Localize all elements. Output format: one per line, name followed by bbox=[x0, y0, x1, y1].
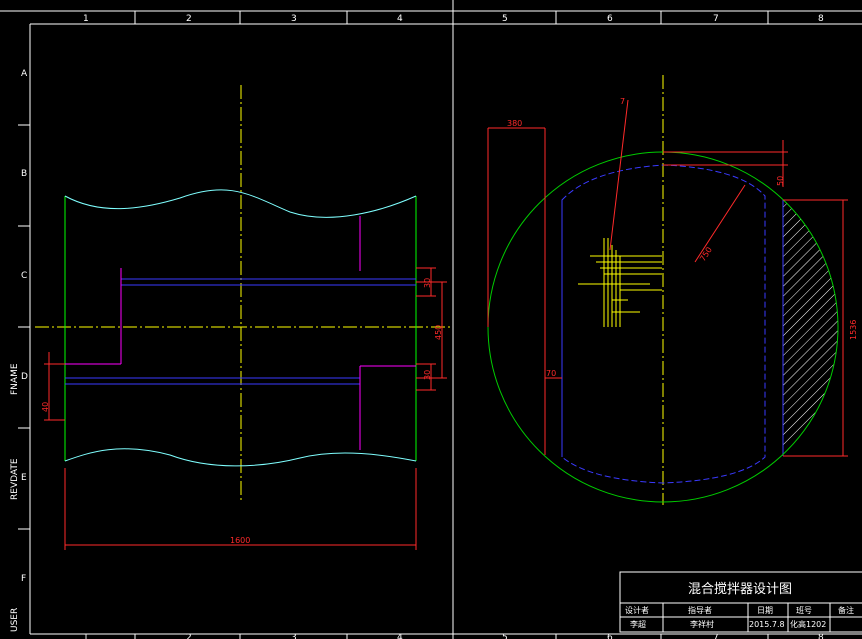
col-label-top-7: 7 bbox=[713, 14, 719, 24]
header-designer: 设计者 bbox=[625, 605, 649, 615]
col-label-bottom-5: 5 bbox=[502, 633, 508, 639]
col-label-bottom-1: 1 bbox=[83, 633, 89, 639]
header-advisor: 指导者 bbox=[688, 605, 712, 615]
col-label-top-8: 8 bbox=[818, 14, 824, 24]
row-label-E: E bbox=[21, 473, 27, 483]
title-block-title: 混合搅拌器设计图 bbox=[688, 581, 792, 597]
col-label-bottom-6: 6 bbox=[607, 633, 613, 639]
shaft-lower bbox=[65, 377, 360, 385]
shaft-upper bbox=[121, 278, 416, 286]
dim-top-width: 380 bbox=[507, 119, 522, 128]
dim-radius: 750 bbox=[698, 245, 714, 263]
top-view: 380 7 750 50 70 1536 bbox=[487, 75, 858, 505]
dim-gap-small-2: 30 bbox=[423, 370, 432, 380]
col-label-top-4: 4 bbox=[397, 14, 403, 24]
cad-drawing: 1 2 3 4 5 6 7 8 1 2 3 4 5 6 7 8 A B C D … bbox=[0, 0, 862, 639]
header-date: 日期 bbox=[757, 606, 773, 615]
value-designer: 李超 bbox=[630, 619, 646, 629]
impeller-detail bbox=[578, 238, 662, 327]
fname-label: FNAME bbox=[10, 363, 20, 395]
drawing-frame bbox=[0, 0, 862, 639]
header-class: 班号 bbox=[796, 605, 812, 615]
col-label-top-1: 1 bbox=[83, 14, 89, 24]
col-label-top-5: 5 bbox=[502, 14, 508, 24]
col-label-bottom-2: 2 bbox=[186, 633, 192, 639]
dimension-lines-left bbox=[44, 267, 447, 550]
dim-gap-small: 30 bbox=[423, 278, 432, 288]
header-remark: 备注 bbox=[838, 605, 854, 615]
dim-total-length: 1600 bbox=[230, 536, 250, 545]
dim-top-gap: 50 bbox=[776, 176, 785, 186]
col-label-top-2: 2 bbox=[186, 14, 192, 24]
dim-leader: 7 bbox=[620, 97, 625, 106]
user-label: USER bbox=[10, 608, 20, 632]
col-label-top-3: 3 bbox=[291, 14, 297, 24]
dim-inner-offset: 70 bbox=[546, 369, 556, 378]
row-label-A: A bbox=[21, 69, 28, 79]
row-label-C: C bbox=[21, 271, 27, 281]
dim-right-height: 1536 bbox=[849, 320, 858, 340]
value-advisor: 李祥村 bbox=[690, 619, 714, 629]
value-date: 2015.7.8 bbox=[749, 620, 785, 629]
col-label-bottom-8: 8 bbox=[818, 633, 824, 639]
col-label-bottom-7: 7 bbox=[713, 633, 719, 639]
col-label-bottom-3: 3 bbox=[291, 633, 297, 639]
side-view: 1600 30 450 30 40 bbox=[35, 85, 452, 550]
dim-left-offset: 40 bbox=[41, 402, 50, 412]
col-label-bottom-4: 4 bbox=[397, 633, 403, 639]
row-label-F: F bbox=[21, 574, 26, 584]
row-label-D: D bbox=[21, 372, 28, 382]
revdate-label: REVDATE bbox=[10, 458, 20, 500]
dim-height-mid: 450 bbox=[434, 325, 443, 340]
col-label-top-6: 6 bbox=[607, 14, 613, 24]
row-label-B: B bbox=[21, 169, 27, 179]
value-class: 化高1202 bbox=[790, 619, 826, 629]
